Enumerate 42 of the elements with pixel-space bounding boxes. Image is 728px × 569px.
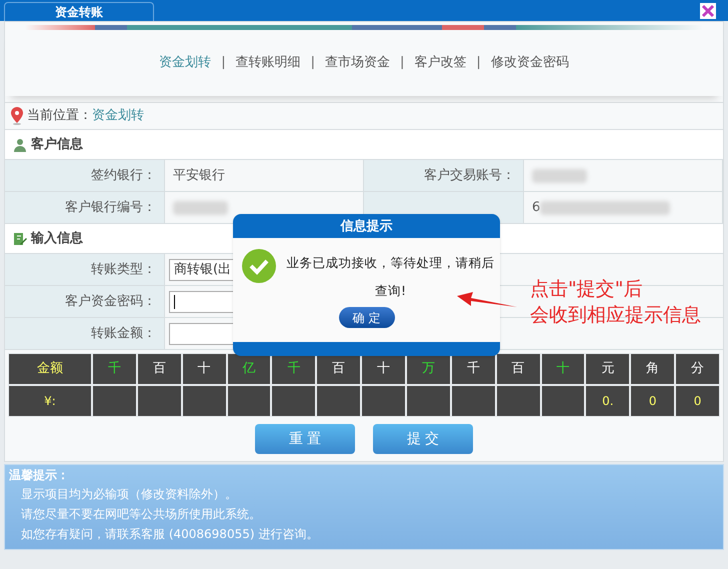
location-label: 当前位置： [27, 107, 92, 126]
unit-label: 分 [691, 360, 704, 378]
annotation-text: 会收到相应提示信息 [530, 303, 701, 328]
unit-label: 万 [422, 360, 435, 378]
tip-line: 显示项目均为必输项（修改资料除外）。 [20, 486, 238, 503]
unit-label: 千 [466, 360, 480, 378]
unit-label: 百 [512, 360, 525, 378]
dialog-title: 信息提示 [339, 218, 394, 236]
field-label: 客户资金密码： [65, 292, 156, 311]
section-title: 客户信息 [31, 136, 83, 154]
field-value: 6 [532, 198, 540, 217]
unit-label: 元 [601, 360, 614, 378]
unit-label: 十 [377, 360, 390, 378]
tips-title: 温馨提示： [9, 467, 70, 484]
unit-label: 百 [332, 360, 346, 378]
amount-cell: 0. [586, 386, 630, 416]
unit-label: 百 [152, 360, 166, 378]
unit-label: 千 [108, 360, 121, 378]
tip-line: 请您尽量不要在网吧等公共场所使用此系统。 [20, 506, 262, 523]
amount-cell: 0 [676, 386, 719, 416]
field-label: 客户银行编号： [65, 198, 156, 217]
unit-label: 金额 [37, 360, 63, 378]
nav-separator: | [221, 54, 226, 72]
dialog-message: 业务已成功接收，等待处理，请稍后查询! [286, 254, 496, 300]
field-label: 转账金额： [91, 324, 156, 343]
field-value: 平安银行 [173, 166, 225, 185]
nav-separator: | [476, 54, 481, 72]
field-label: 客户交易账号： [424, 166, 515, 185]
amount-cell: 0 [631, 386, 674, 416]
tip-line: 如您存有疑问，请联系客服 (4008698055) 进行咨询。 [20, 526, 320, 543]
nav-separator: | [310, 54, 315, 72]
section-title: 输入信息 [31, 230, 83, 248]
unit-label: 十 [556, 360, 570, 378]
field-label: 转账类型： [91, 260, 156, 279]
amount-cell: ¥: [9, 386, 91, 416]
unit-label: 千 [287, 360, 300, 378]
unit-label: 亿 [242, 360, 256, 378]
field-label: 签约银行： [91, 166, 156, 185]
unit-label: 角 [646, 360, 660, 378]
annotation-text: 点击"提交"后 [530, 277, 644, 302]
nav-separator: | [400, 54, 404, 72]
unit-label: 十 [198, 360, 211, 378]
